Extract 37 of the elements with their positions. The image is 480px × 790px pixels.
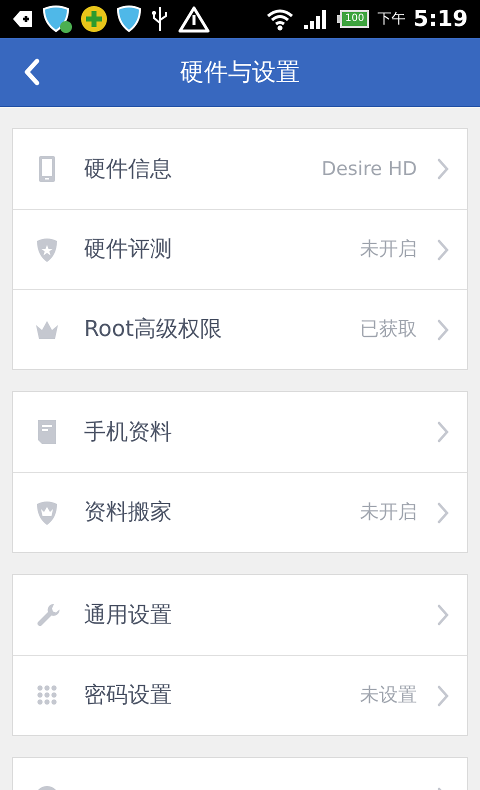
- item-value: 已获取: [360, 317, 417, 342]
- item-label: 硬件信息: [84, 156, 173, 184]
- shield-icon: [116, 5, 142, 33]
- item-label: 硬件评测: [84, 236, 173, 264]
- chevron-icon: [437, 158, 449, 180]
- warning-icon: [178, 5, 210, 33]
- item-value: 未设置: [360, 683, 417, 708]
- chevron-icon: [437, 238, 449, 260]
- settings-item[interactable]: 资料搬家 未开启: [13, 472, 467, 552]
- time-period: 下午: [377, 10, 406, 28]
- plus-icon: [80, 5, 108, 33]
- wifi-icon: [265, 7, 296, 31]
- settings-item[interactable]: 手机资料: [13, 392, 467, 472]
- item-label: 密码设置: [84, 682, 173, 710]
- item-value: Desire HD: [321, 156, 417, 182]
- notification-icon: [12, 8, 34, 30]
- chevron-icon: [437, 502, 449, 524]
- settings-item[interactable]: 通用设置: [13, 575, 467, 655]
- chevron-icon: [437, 684, 449, 706]
- usb-icon: [150, 5, 170, 33]
- item-label: Root高级权限: [84, 316, 223, 344]
- clock: 5:19: [413, 6, 468, 34]
- chevron-icon: [437, 604, 449, 626]
- item-value: 未开启: [360, 237, 417, 262]
- shield-icon: [42, 5, 72, 33]
- item-value: 未开启: [360, 500, 417, 526]
- item-label: 通用设置: [84, 602, 173, 630]
- item-label: 资料搬家: [84, 499, 173, 527]
- page-title: 硬件与设置: [180, 57, 300, 88]
- settings-item[interactable]: 硬件评测 未开启: [13, 209, 467, 289]
- settings-item[interactable]: 密码设置 未设置: [13, 655, 467, 735]
- settings-item[interactable]: 硬件信息 Desire HD: [13, 129, 467, 209]
- chevron-icon: [437, 318, 449, 340]
- item-label: 手机资料: [84, 418, 173, 446]
- settings-item[interactable]: Root高级权限 已获取: [13, 289, 467, 369]
- chevron-icon: [437, 421, 449, 443]
- battery-icon: 100: [337, 10, 370, 28]
